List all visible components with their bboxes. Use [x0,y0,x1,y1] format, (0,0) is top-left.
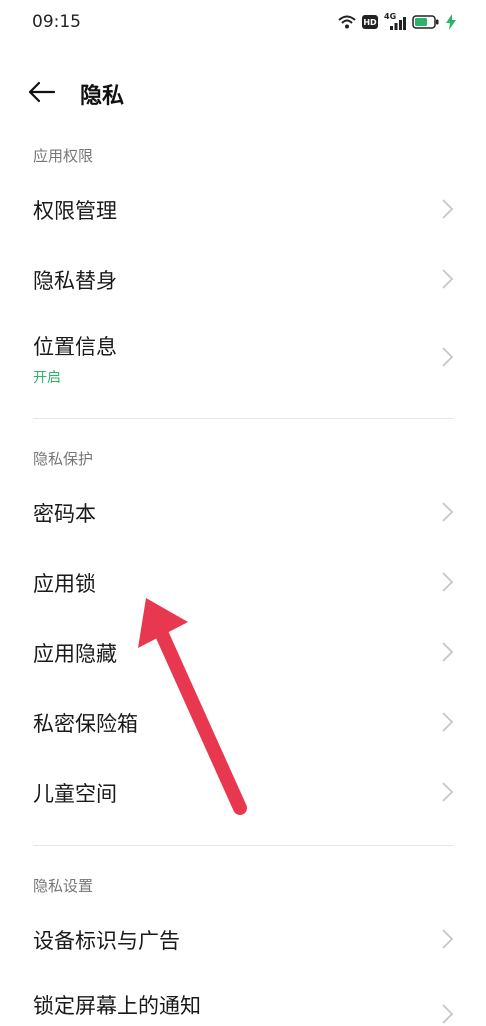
wifi-icon [338,15,356,29]
chevron-right-icon [442,782,454,802]
chevron-right-icon [442,347,454,367]
list-item-label: 应用锁 [33,572,96,596]
list-item-label: 锁定屏幕上的通知 [33,994,201,1018]
list-item-app-hide[interactable]: 应用隐藏 [0,618,486,686]
list-item-kids-space[interactable]: 儿童空间 [0,758,486,826]
charging-icon [446,14,456,30]
list-item-private-safe[interactable]: 私密保险箱 [0,688,486,756]
list-item-label: 隐私替身 [33,269,117,293]
list-item-location-info[interactable]: 位置信息 开启 [0,315,486,403]
list-item-label: 权限管理 [33,199,117,223]
chevron-right-icon [442,572,454,592]
list-item-password-book[interactable]: 密码本 [0,478,486,546]
signal-icon: 4G [384,12,406,30]
hd-icon: HD [362,15,378,29]
app-header: 隐私 [0,68,486,118]
chevron-right-icon [442,199,454,219]
list-item-privacy-substitute[interactable]: 隐私替身 [0,245,486,313]
list-item-label: 应用隐藏 [33,642,117,666]
section-divider [33,845,454,846]
chevron-right-icon [442,269,454,289]
section-title-app-permissions: 应用权限 [33,147,94,165]
section-title-privacy-settings: 隐私设置 [33,877,94,895]
status-icons: HD 4G [338,12,456,32]
list-item-app-lock[interactable]: 应用锁 [0,548,486,616]
list-item-label: 位置信息 [33,335,117,359]
section-title-privacy-protection: 隐私保护 [33,450,94,468]
status-bar: 09:15 HD 4G [0,0,486,44]
list-item-label: 儿童空间 [33,782,117,806]
chevron-right-icon [442,642,454,662]
list-item-device-id-ads[interactable]: 设备标识与广告 [0,905,486,973]
chevron-right-icon [442,712,454,732]
list-item-label: 密码本 [33,502,96,526]
arrow-left-icon[interactable] [28,80,56,104]
status-time: 09:15 [32,12,81,32]
list-item-lockscreen-notifications[interactable]: 锁定屏幕上的通知 [0,972,486,1024]
chevron-right-icon [442,929,454,949]
battery-icon [412,15,439,29]
chevron-right-icon [442,1004,454,1024]
section-divider [33,418,454,419]
list-item-permission-management[interactable]: 权限管理 [0,175,486,243]
list-item-label: 设备标识与广告 [33,929,180,953]
list-item-label: 私密保险箱 [33,712,138,736]
location-status: 开启 [33,370,61,386]
page-title: 隐私 [80,84,125,109]
chevron-right-icon [442,502,454,522]
